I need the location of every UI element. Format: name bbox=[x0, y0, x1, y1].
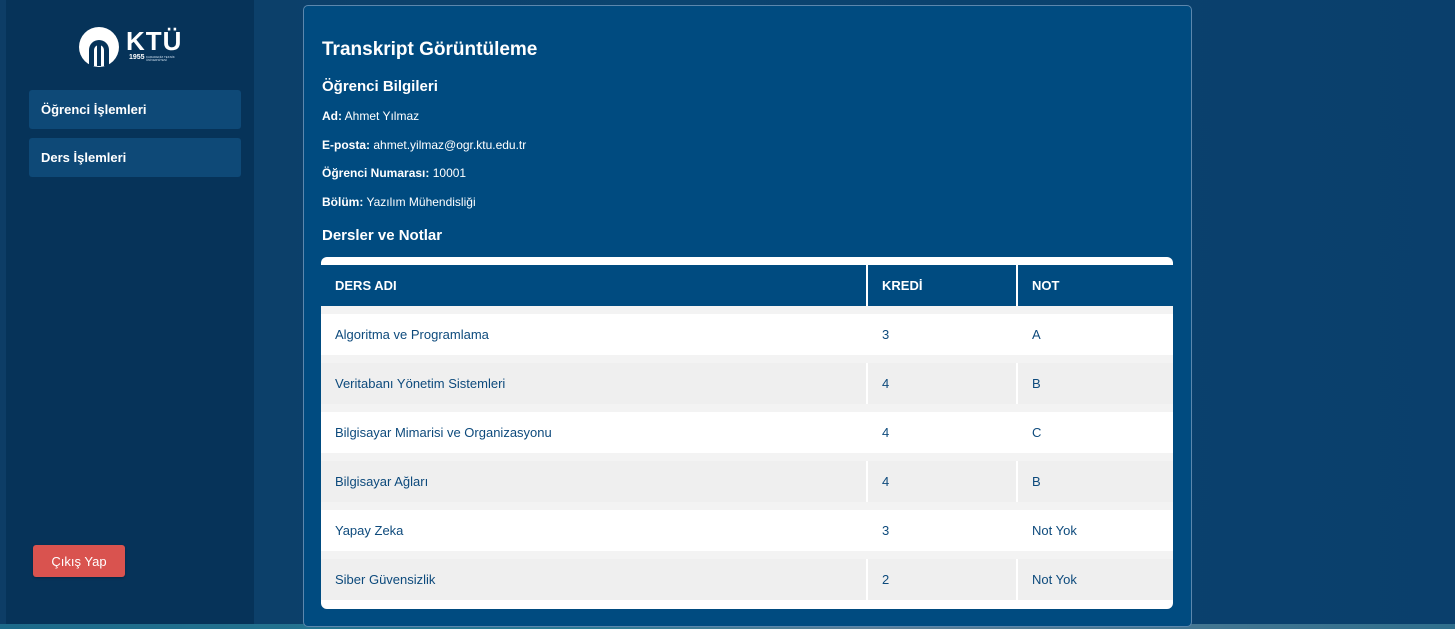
sidebar: KTÜ 1955 KARADENİZ TEKNİK ÜNİVERSİTESİ Ö… bbox=[6, 0, 254, 624]
grade-cell: B bbox=[1017, 453, 1173, 506]
sidebar-item-course-operations[interactable]: Ders İşlemleri bbox=[29, 138, 241, 177]
course-name-cell: Bilgisayar Ağları bbox=[321, 453, 868, 506]
sidebar-item-student-operations[interactable]: Öğrenci İşlemleri bbox=[29, 90, 241, 129]
courses-table-container: DERS ADI KREDİ NOT Algoritma ve Programl… bbox=[321, 257, 1173, 609]
header-course-name: DERS ADI bbox=[321, 265, 868, 310]
header-grade: NOT bbox=[1017, 265, 1173, 310]
table-row: Yapay Zeka 3 Not Yok bbox=[321, 502, 1173, 555]
table-row: Algoritma ve Programlama 3 A bbox=[321, 306, 1173, 359]
student-name: Ahmet Yılmaz bbox=[344, 109, 420, 123]
credit-cell: 3 bbox=[867, 502, 1018, 555]
student-number: 10001 bbox=[432, 166, 467, 180]
course-name-cell: Veritabanı Yönetim Sistemleri bbox=[321, 355, 868, 408]
course-name-cell: Bilgisayar Mimarisi ve Organizasyonu bbox=[321, 404, 868, 457]
logo-year: 1955 bbox=[129, 54, 145, 61]
course-name-cell: Algoritma ve Programlama bbox=[321, 306, 868, 359]
courses-table: DERS ADI KREDİ NOT Algoritma ve Programl… bbox=[321, 265, 1173, 600]
table-header-row: DERS ADI KREDİ NOT bbox=[321, 265, 1173, 310]
student-email-label: E-posta: bbox=[322, 138, 370, 152]
student-email: ahmet.yilmaz@ogr.ktu.edu.tr bbox=[373, 138, 527, 152]
student-name-line: Ad: Ahmet Yılmaz bbox=[322, 109, 419, 123]
page-title: Transkript Görüntüleme bbox=[322, 39, 538, 60]
grade-cell: B bbox=[1017, 355, 1173, 408]
student-department: Yazılım Mühendisliği bbox=[366, 195, 476, 209]
student-number-line: Öğrenci Numarası: 10001 bbox=[322, 166, 466, 180]
credit-cell: 2 bbox=[867, 551, 1018, 600]
student-number-label: Öğrenci Numarası: bbox=[322, 166, 430, 180]
table-row: Bilgisayar Ağları 4 B bbox=[321, 453, 1173, 506]
student-department-line: Bölüm: Yazılım Mühendisliği bbox=[322, 195, 476, 209]
logo-text: KTÜ bbox=[126, 26, 183, 56]
grade-cell: Not Yok bbox=[1017, 551, 1173, 600]
logout-button[interactable]: Çıkış Yap bbox=[33, 545, 125, 577]
ktu-emblem-icon bbox=[79, 27, 119, 67]
grade-cell: A bbox=[1017, 306, 1173, 359]
credit-cell: 4 bbox=[867, 355, 1018, 408]
table-row: Veritabanı Yönetim Sistemleri 4 B bbox=[321, 355, 1173, 408]
ktu-logo: KTÜ 1955 KARADENİZ TEKNİK ÜNİVERSİTESİ bbox=[78, 24, 198, 72]
student-email-line: E-posta: ahmet.yilmaz@ogr.ktu.edu.tr bbox=[322, 138, 526, 152]
grade-cell: Not Yok bbox=[1017, 502, 1173, 555]
table-row: Bilgisayar Mimarisi ve Organizasyonu 4 C bbox=[321, 404, 1173, 457]
course-name-cell: Yapay Zeka bbox=[321, 502, 868, 555]
table-row: Siber Güvensizlik 2 Not Yok bbox=[321, 551, 1173, 600]
logo-subtext: KARADENİZ TEKNİK ÜNİVERSİTESİ bbox=[146, 55, 175, 62]
courses-heading: Dersler ve Notlar bbox=[322, 227, 443, 244]
grade-cell: C bbox=[1017, 404, 1173, 457]
course-name-cell: Siber Güvensizlik bbox=[321, 551, 868, 600]
student-info-heading: Öğrenci Bilgileri bbox=[322, 78, 438, 95]
student-name-label: Ad: bbox=[322, 109, 342, 123]
credit-cell: 4 bbox=[867, 404, 1018, 457]
credit-cell: 4 bbox=[867, 453, 1018, 506]
student-department-label: Bölüm: bbox=[322, 195, 364, 209]
transcript-card: Transkript Görüntüleme Öğrenci Bilgileri… bbox=[303, 5, 1192, 627]
header-credit: KREDİ bbox=[867, 265, 1018, 310]
credit-cell: 3 bbox=[867, 306, 1018, 359]
